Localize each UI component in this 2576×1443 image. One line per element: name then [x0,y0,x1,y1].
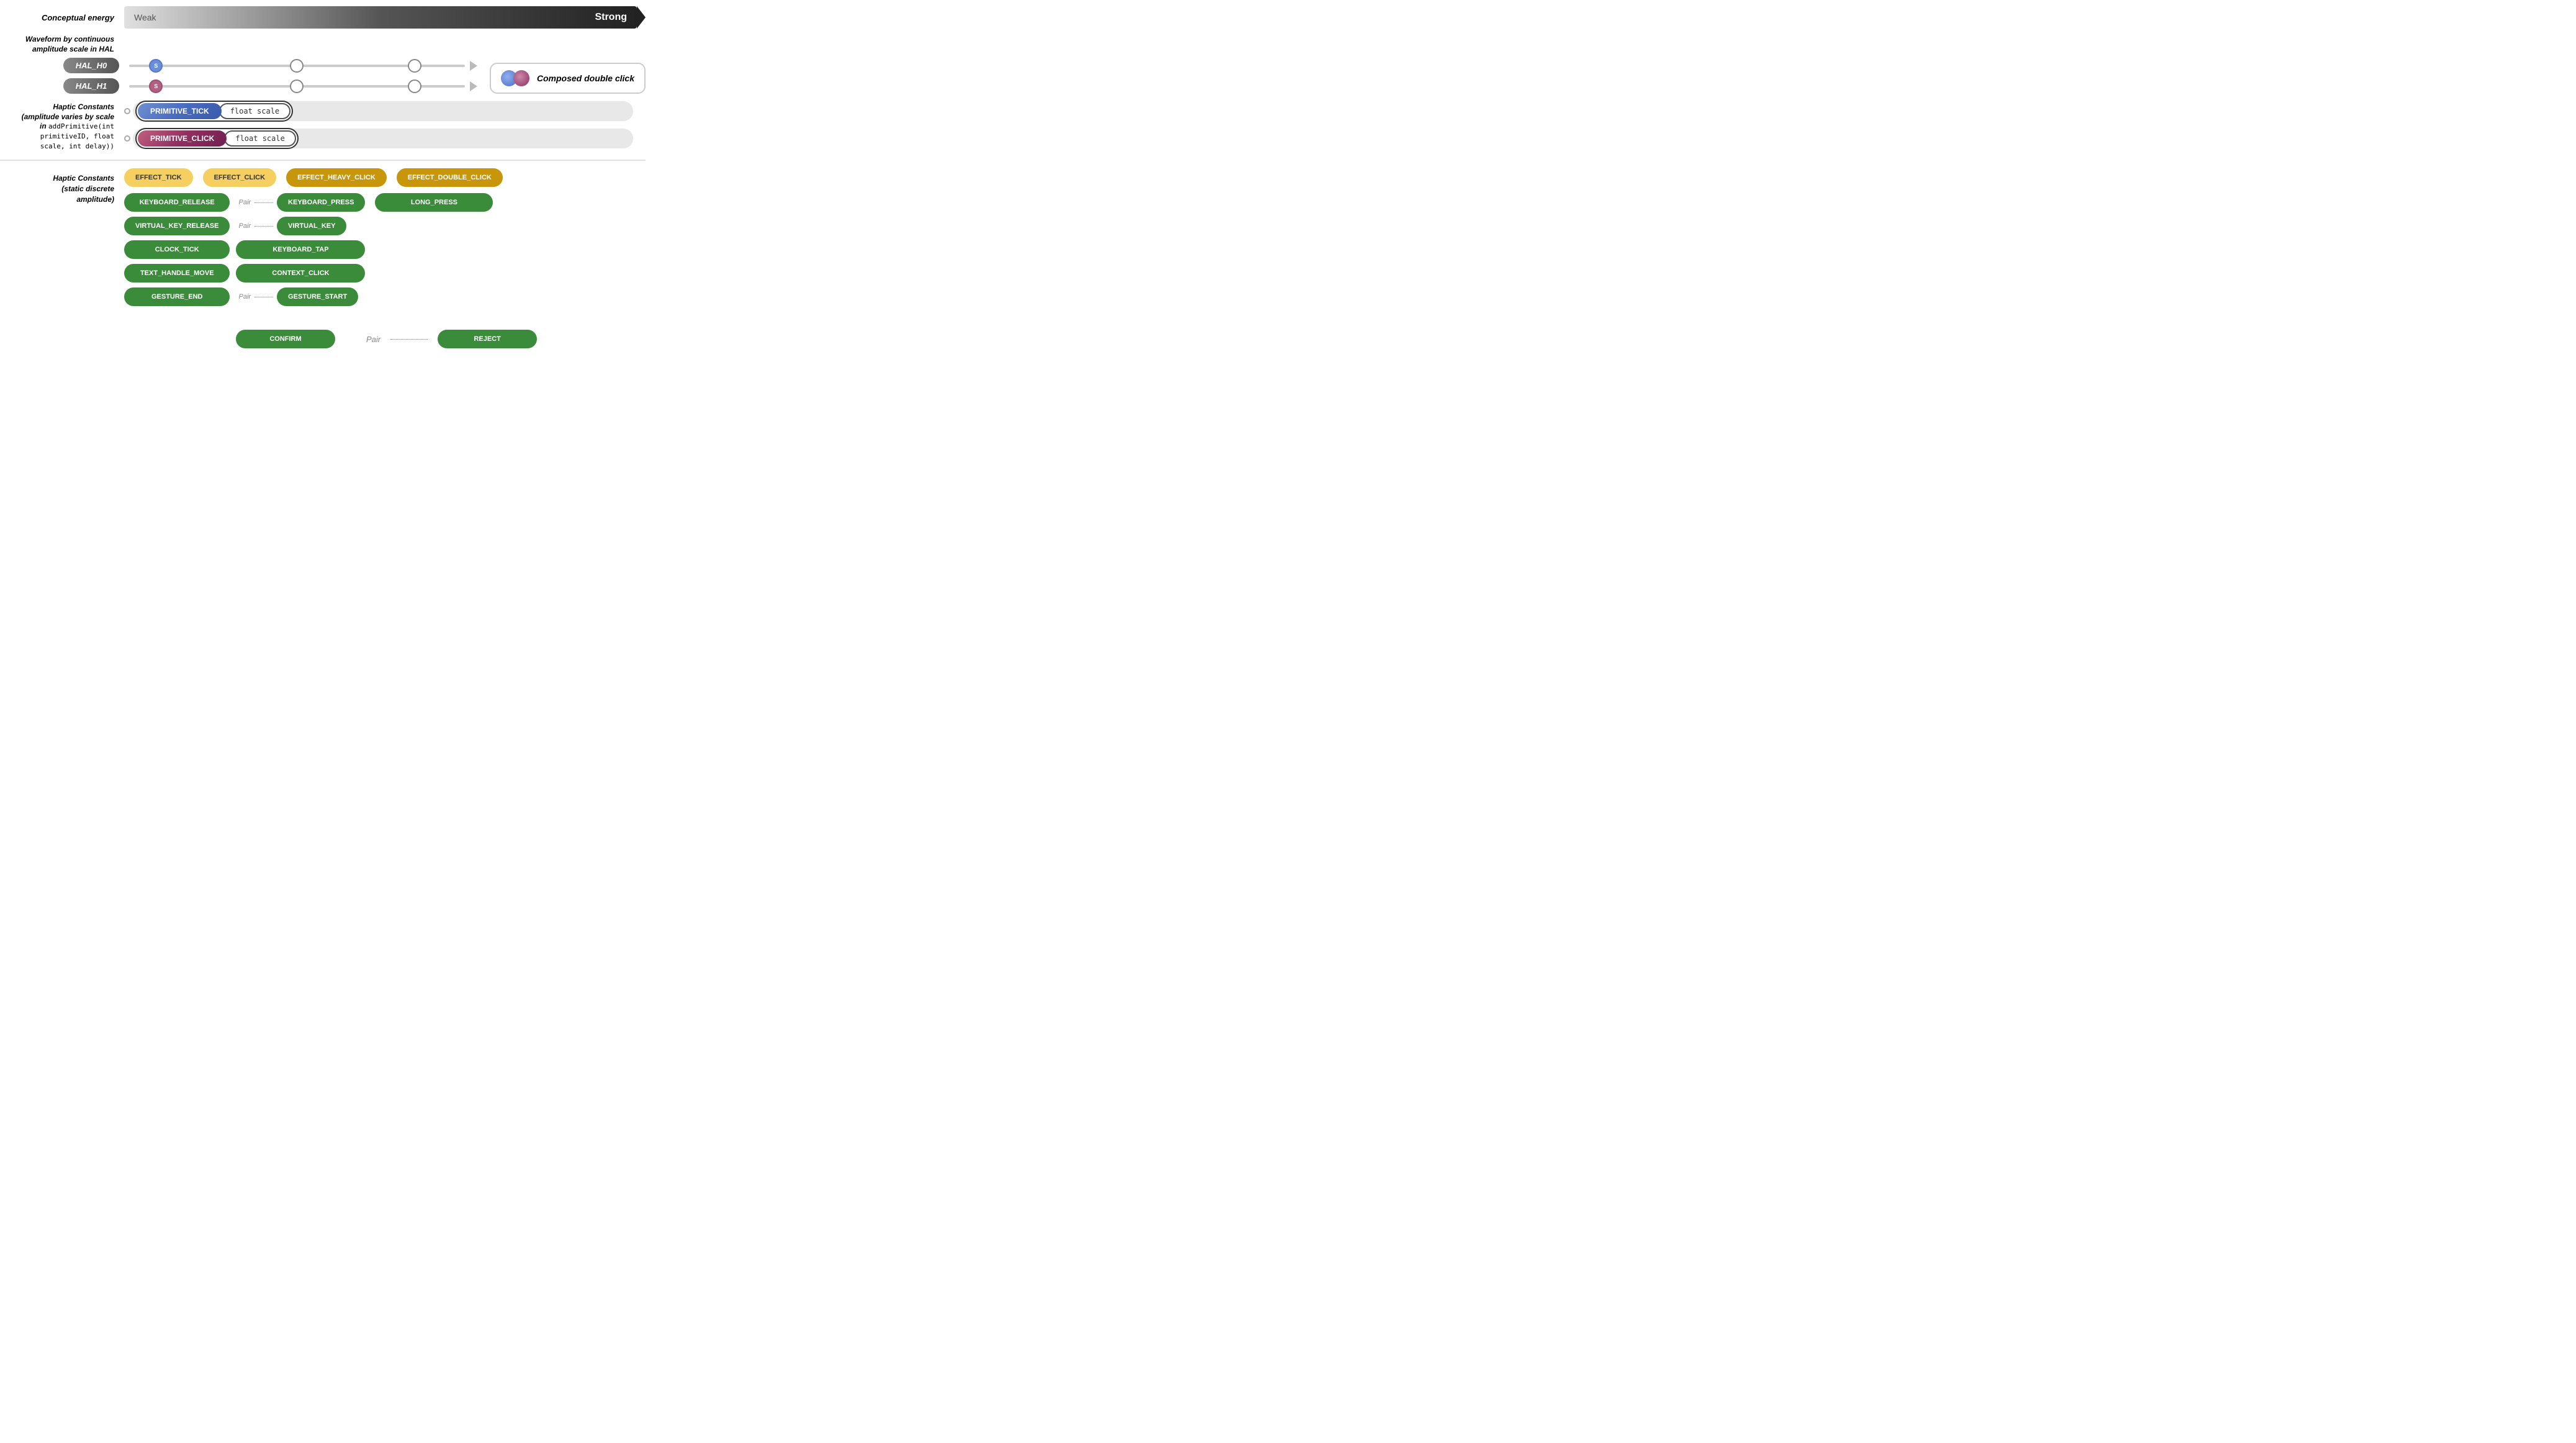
haptic-primitives-label: Haptic Constants(amplitude varies by sca… [0,102,124,151]
legend-dots [501,70,529,86]
clock-tick-button[interactable]: CLOCK_TICK [124,240,230,259]
energy-row: Conceptual energy Weak Strong [0,6,646,29]
legend-dot-pink [513,70,529,86]
primitive-tick-row: PRIMITIVE_TICK float scale [124,101,633,121]
divider [0,160,646,161]
effect-row: EFFECT_TICK EFFECT_CLICK EFFECT_HEAVY_CL… [124,168,646,187]
gesture-start-pair-row: Pair GESTURE_START [236,287,365,306]
composed-legend: Composed double click [490,63,646,94]
gesture-start-pair-label: Pair [236,293,251,301]
confirm-button[interactable]: CONFIRM [236,330,335,348]
hal-h0-end-dot [408,59,421,73]
hal-h1-end-dot [408,79,421,93]
text-handle-move-button[interactable]: TEXT_HANDLE_MOVE [124,264,230,283]
effect-tick-button[interactable]: EFFECT_TICK [124,168,193,187]
keyboard-press-pair-label: Pair [236,199,251,206]
pair-line-2 [254,226,273,227]
virtual-key-button[interactable]: VIRTUAL_KEY [277,217,346,235]
hal-h1-start-dot: S [149,79,163,93]
effect-heavy-click-button[interactable]: EFFECT_HEAVY_CLICK [286,168,387,187]
primitive-tick-track: PRIMITIVE_TICK float scale [133,101,633,121]
reject-button[interactable]: REJECT [438,330,537,348]
col2: Pair KEYBOARD_PRESS Pair VIRTUAL_KEY KEY… [236,193,365,325]
hal-h0-arrow [470,61,477,71]
haptic-constants-section: Haptic Constants(static discreteamplitud… [0,168,646,348]
energy-strong: Strong [595,12,627,23]
hal-h1-track: S [129,85,465,88]
hal-h0-row: HAL_H0 S [0,58,477,73]
primitive-tick-circle [124,108,130,114]
col1: KEYBOARD_RELEASE VIRTUAL_KEY_RELEASE CLO… [124,193,230,325]
gesture-end-button[interactable]: GESTURE_END [124,287,230,306]
confirm-pair-line [390,339,428,340]
confirm-reject-row: CONFIRM Pair REJECT [124,330,646,348]
pair-line-1 [254,202,273,203]
primitive-tick-scale: float scale [219,103,290,119]
primitive-click-scale: float scale [224,130,295,147]
composed-legend-text: Composed double click [537,73,634,83]
constants-area: KEYBOARD_RELEASE VIRTUAL_KEY_RELEASE CLO… [124,193,646,325]
virtual-key-pair-row: Pair VIRTUAL_KEY [236,217,365,235]
effect-double-click-button[interactable]: EFFECT_DOUBLE_CLICK [397,168,503,187]
keyboard-press-pair-row: Pair KEYBOARD_PRESS [236,193,365,212]
energy-weak: Weak [134,12,156,22]
hal-h0-mid-dot [290,59,304,73]
context-click-button[interactable]: CONTEXT_CLICK [236,264,365,283]
long-press-button[interactable]: LONG_PRESS [375,193,493,212]
energy-label: Conceptual energy [0,13,124,22]
bottom-content: EFFECT_TICK EFFECT_CLICK EFFECT_HEAVY_CL… [124,168,646,348]
waveform-label: Waveform by continuous amplitude scale i… [0,35,124,54]
haptic-constants-label: Haptic Constants(static discreteamplitud… [0,168,124,204]
keyboard-release-button[interactable]: KEYBOARD_RELEASE [124,193,230,212]
haptic-primitives-section: Haptic Constants(amplitude varies by sca… [0,101,646,152]
col3: LONG_PRESS [375,193,493,325]
hal-h0-track: S [129,65,465,67]
primitive-click-circle [124,135,130,142]
hal-h1-mid-dot [290,79,304,93]
energy-bar: Weak Strong [124,6,637,29]
confirm-pair-label: Pair [364,335,381,344]
primitive-click-row: PRIMITIVE_CLICK float scale [124,129,633,148]
hal-h1-arrow [470,81,477,91]
virtual-key-release-button[interactable]: VIRTUAL_KEY_RELEASE [124,217,230,235]
virtual-key-pair-label: Pair [236,222,251,230]
gesture-start-button[interactable]: GESTURE_START [277,287,358,306]
primitive-tick-pill: PRIMITIVE_TICK [138,103,222,119]
hal-h0-label: HAL_H0 [63,58,119,73]
primitive-click-track: PRIMITIVE_CLICK float scale [133,129,633,148]
keyboard-press-button[interactable]: KEYBOARD_PRESS [277,193,365,212]
hal-h0-start-dot: S [149,59,163,73]
hal-h1-label: HAL_H1 [63,78,119,94]
effect-click-button[interactable]: EFFECT_CLICK [203,168,277,187]
col4 [499,193,623,325]
main-container: Conceptual energy Weak Strong Waveform b… [0,0,646,355]
waveform-label-row: Waveform by continuous amplitude scale i… [0,35,646,54]
primitive-click-pill: PRIMITIVE_CLICK [138,130,227,147]
hal-h1-row: HAL_H1 S [0,78,477,94]
keyboard-tap-button[interactable]: KEYBOARD_TAP [236,240,365,259]
